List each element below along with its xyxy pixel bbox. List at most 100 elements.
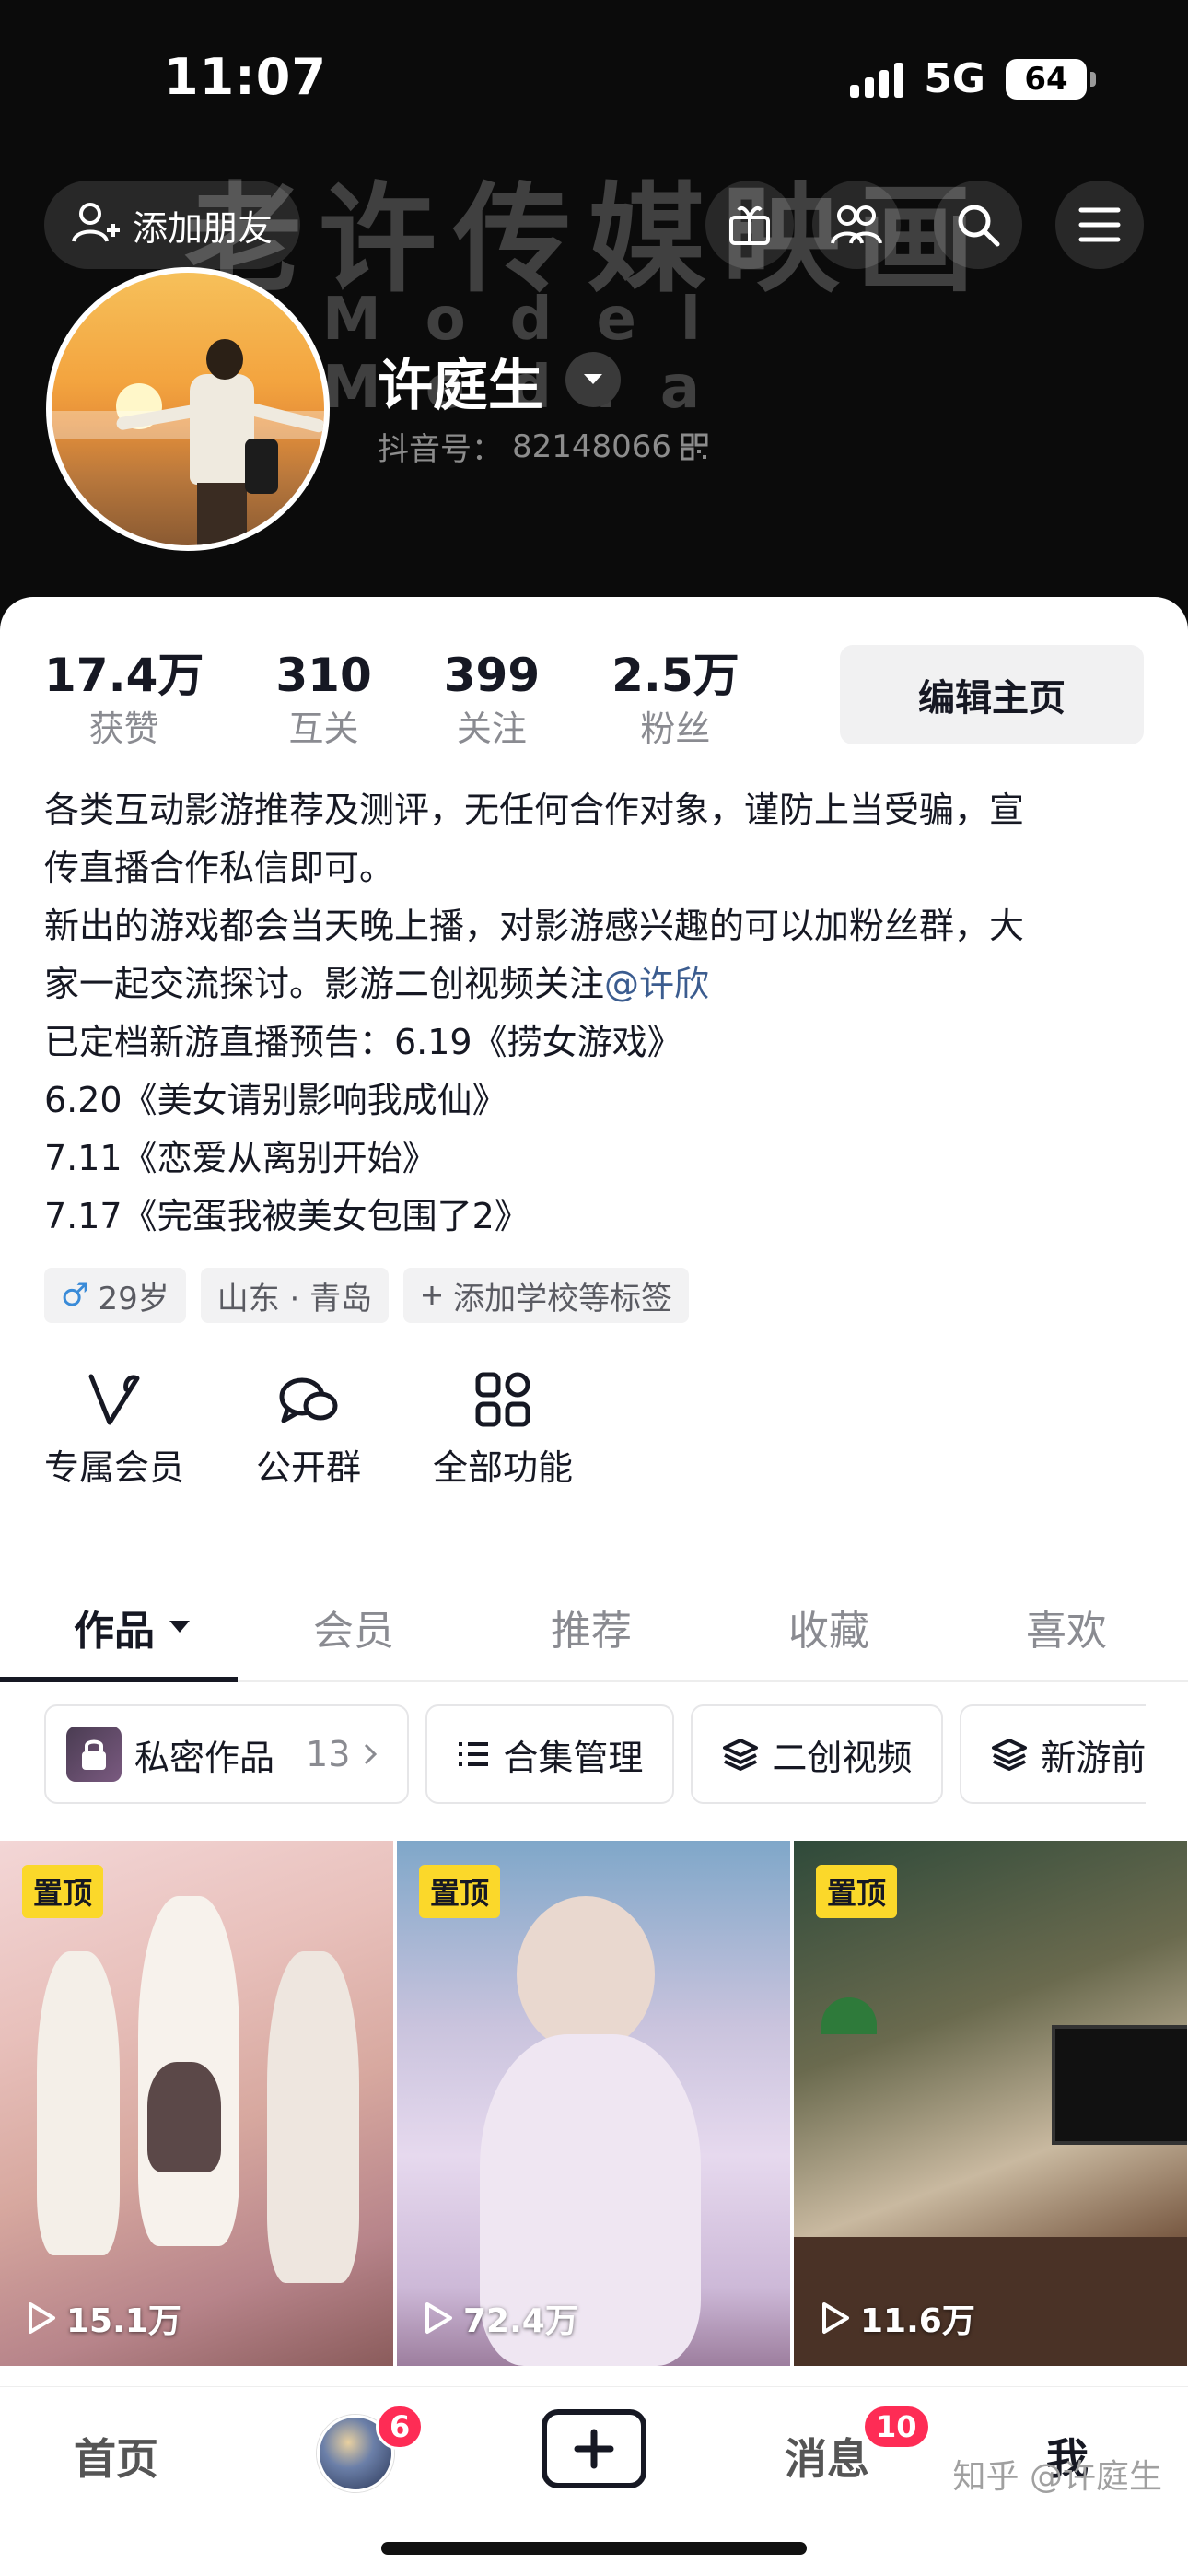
avatar[interactable] <box>46 267 330 551</box>
home-indicator <box>381 2542 807 2555</box>
play-count-value: 15.1万 <box>66 2302 181 2340</box>
feature-label: 公开群 <box>256 1447 362 1488</box>
chip-count: 13 <box>306 1734 351 1774</box>
chevron-right-icon <box>365 1743 378 1765</box>
location-tag: 山东 · 青岛 <box>200 1268 390 1323</box>
stats-row: 17.4万 获赞 310 互关 399 关注 2.5万 粉丝 <box>44 647 811 754</box>
add-friend-button[interactable]: 添加朋友 <box>44 181 301 269</box>
create-button[interactable] <box>542 2409 646 2488</box>
tab-favorites[interactable]: 收藏 <box>788 1574 869 1680</box>
stat-following[interactable]: 399 关注 <box>444 647 540 754</box>
edit-profile-button[interactable]: 编辑主页 <box>840 645 1144 744</box>
bio-line: 各类互动影游推荐及测评，无任何合作对象，谨防上当受骗，宣 <box>44 790 1025 830</box>
play-icon <box>822 2302 849 2334</box>
account-switch-button[interactable] <box>565 352 621 407</box>
feature-membership[interactable]: 专属会员 <box>44 1371 184 1490</box>
profile-tags: ♂ 29岁 山东 · 青岛 添加学校等标签 <box>44 1268 690 1323</box>
tab-likes[interactable]: 喜欢 <box>1026 1574 1107 1680</box>
menu-button[interactable] <box>1055 181 1144 269</box>
profile-name: 许庭生 <box>378 354 543 418</box>
feature-public-group[interactable]: 公开群 <box>256 1371 361 1490</box>
stat-number: 310 <box>275 649 372 702</box>
add-school-label: 添加学校等标签 <box>453 1280 673 1317</box>
status-indicators: 5G 64 <box>850 55 1096 102</box>
gift-button[interactable] <box>705 181 794 269</box>
add-friend-label: 添加朋友 <box>133 207 274 249</box>
list-icon <box>459 1742 489 1766</box>
content-tabs: 作品 会员 推荐 收藏 喜欢 <box>0 1574 1188 1682</box>
tab-works[interactable]: 作品 <box>74 1574 192 1680</box>
layers-icon <box>723 1739 759 1771</box>
feature-label: 全部功能 <box>433 1447 574 1488</box>
friends-button[interactable] <box>812 181 901 269</box>
friends-badge: 6 <box>376 2404 425 2450</box>
nav-home[interactable]: 首页 <box>74 2426 158 2487</box>
stat-mutual[interactable]: 310 互关 <box>275 647 371 754</box>
play-count-value: 11.6万 <box>860 2302 975 2340</box>
bio-line: 已定档新游直播预告：6.19《捞女游戏》 <box>44 1022 682 1062</box>
bio-line: 6.20《美女请别影响我成仙》 <box>44 1080 507 1120</box>
zhihu-watermark: 知乎 @许庭生 <box>952 2458 1162 2496</box>
gift-icon <box>729 205 770 245</box>
caret-down-icon <box>169 1621 190 1633</box>
add-school-tag[interactable]: 添加学校等标签 <box>403 1268 690 1323</box>
play-count-value: 72.4万 <box>463 2302 578 2340</box>
tab-members[interactable]: 会员 <box>313 1574 394 1680</box>
battery-icon: 64 <box>1006 58 1096 100</box>
collection-manage-chip[interactable]: 合集管理 <box>425 1704 675 1804</box>
grid-icon <box>475 1372 530 1427</box>
chat-group-icon <box>279 1377 338 1423</box>
stat-label: 互关 <box>288 708 359 749</box>
v-icon <box>88 1374 140 1425</box>
feature-row: 专属会员 公开群 全部功能 <box>44 1371 573 1490</box>
feature-label: 专属会员 <box>44 1447 185 1488</box>
pinned-badge: 置顶 <box>419 1865 501 1918</box>
chip-label: 私密作品 <box>134 1737 275 1778</box>
douyin-id-label: 抖音号： <box>378 431 503 468</box>
video-thumbnail[interactable]: 置顶 72.4万 <box>397 1841 790 2366</box>
feature-all-functions[interactable]: 全部功能 <box>433 1371 573 1490</box>
active-tab-indicator <box>0 1677 238 1682</box>
layers-icon <box>992 1739 1028 1771</box>
remix-videos-chip[interactable]: 二创视频 <box>691 1704 944 1804</box>
bio-line: 家一起交流探讨。影游二创视频关注@许欣 <box>44 955 1149 1013</box>
stat-label: 粉丝 <box>640 708 711 749</box>
signal-icon <box>850 61 904 98</box>
stat-number: 2.5万 <box>611 649 740 702</box>
plus-icon <box>423 1286 442 1305</box>
tab-recommend[interactable]: 推荐 <box>551 1574 632 1680</box>
play-count: 15.1万 <box>26 2294 181 2342</box>
messages-badge: 10 <box>862 2404 931 2450</box>
douyin-id-value: 82148066 <box>512 427 672 465</box>
new-games-chip[interactable]: 新游前 <box>960 1704 1147 1804</box>
stat-likes[interactable]: 17.4万 获赞 <box>44 647 204 754</box>
watermark: 老许传媒映画 Model Media <box>184 175 1188 422</box>
chip-label: 二创视频 <box>772 1737 913 1778</box>
bio-line: 7.17《完蛋我被美女包围了2》 <box>44 1196 530 1236</box>
male-icon: ♂ <box>61 1277 89 1314</box>
mention-link[interactable]: @许欣 <box>604 964 709 1004</box>
douyin-id[interactable]: 抖音号： 82148066 <box>378 424 708 469</box>
bio: 各类互动影游推荐及测评，无任何合作对象，谨防上当受骗，宣 传直播合作私信即可。 … <box>44 781 1149 1246</box>
nav-messages[interactable]: 消息 <box>785 2426 869 2487</box>
video-thumbnail[interactable]: 置顶 11.6万 <box>794 1841 1187 2366</box>
private-works-chip[interactable]: 私密作品 13 <box>44 1704 410 1804</box>
chip-label: 合集管理 <box>503 1737 644 1778</box>
lock-icon <box>66 1727 122 1782</box>
play-icon <box>29 2302 55 2334</box>
play-count: 11.6万 <box>820 2294 975 2342</box>
pinned-badge: 置顶 <box>816 1865 898 1918</box>
video-thumbnail[interactable]: 置顶 15.1万 <box>0 1841 393 2366</box>
search-button[interactable] <box>934 181 1022 269</box>
tab-label: 作品 <box>74 1608 155 1655</box>
chip-label: 新游前 <box>1041 1737 1147 1778</box>
bio-line: 7.11《恋爱从离别开始》 <box>44 1138 437 1178</box>
video-grid: 置顶 15.1万 置顶 72.4万 置顶 11.6万 <box>0 1841 1188 2366</box>
friends-icon <box>831 205 882 244</box>
stat-followers[interactable]: 2.5万 粉丝 <box>611 647 740 754</box>
bio-line: 新出的游戏都会当天晚上播，对影游感兴趣的可以加粉丝群，大 <box>44 906 1025 946</box>
age-label: 29岁 <box>98 1280 169 1317</box>
status-time: 11:07 <box>164 48 327 106</box>
pinned-badge: 置顶 <box>22 1865 104 1918</box>
bio-text: 家一起交流探讨。影游二创视频关注 <box>44 964 605 1004</box>
